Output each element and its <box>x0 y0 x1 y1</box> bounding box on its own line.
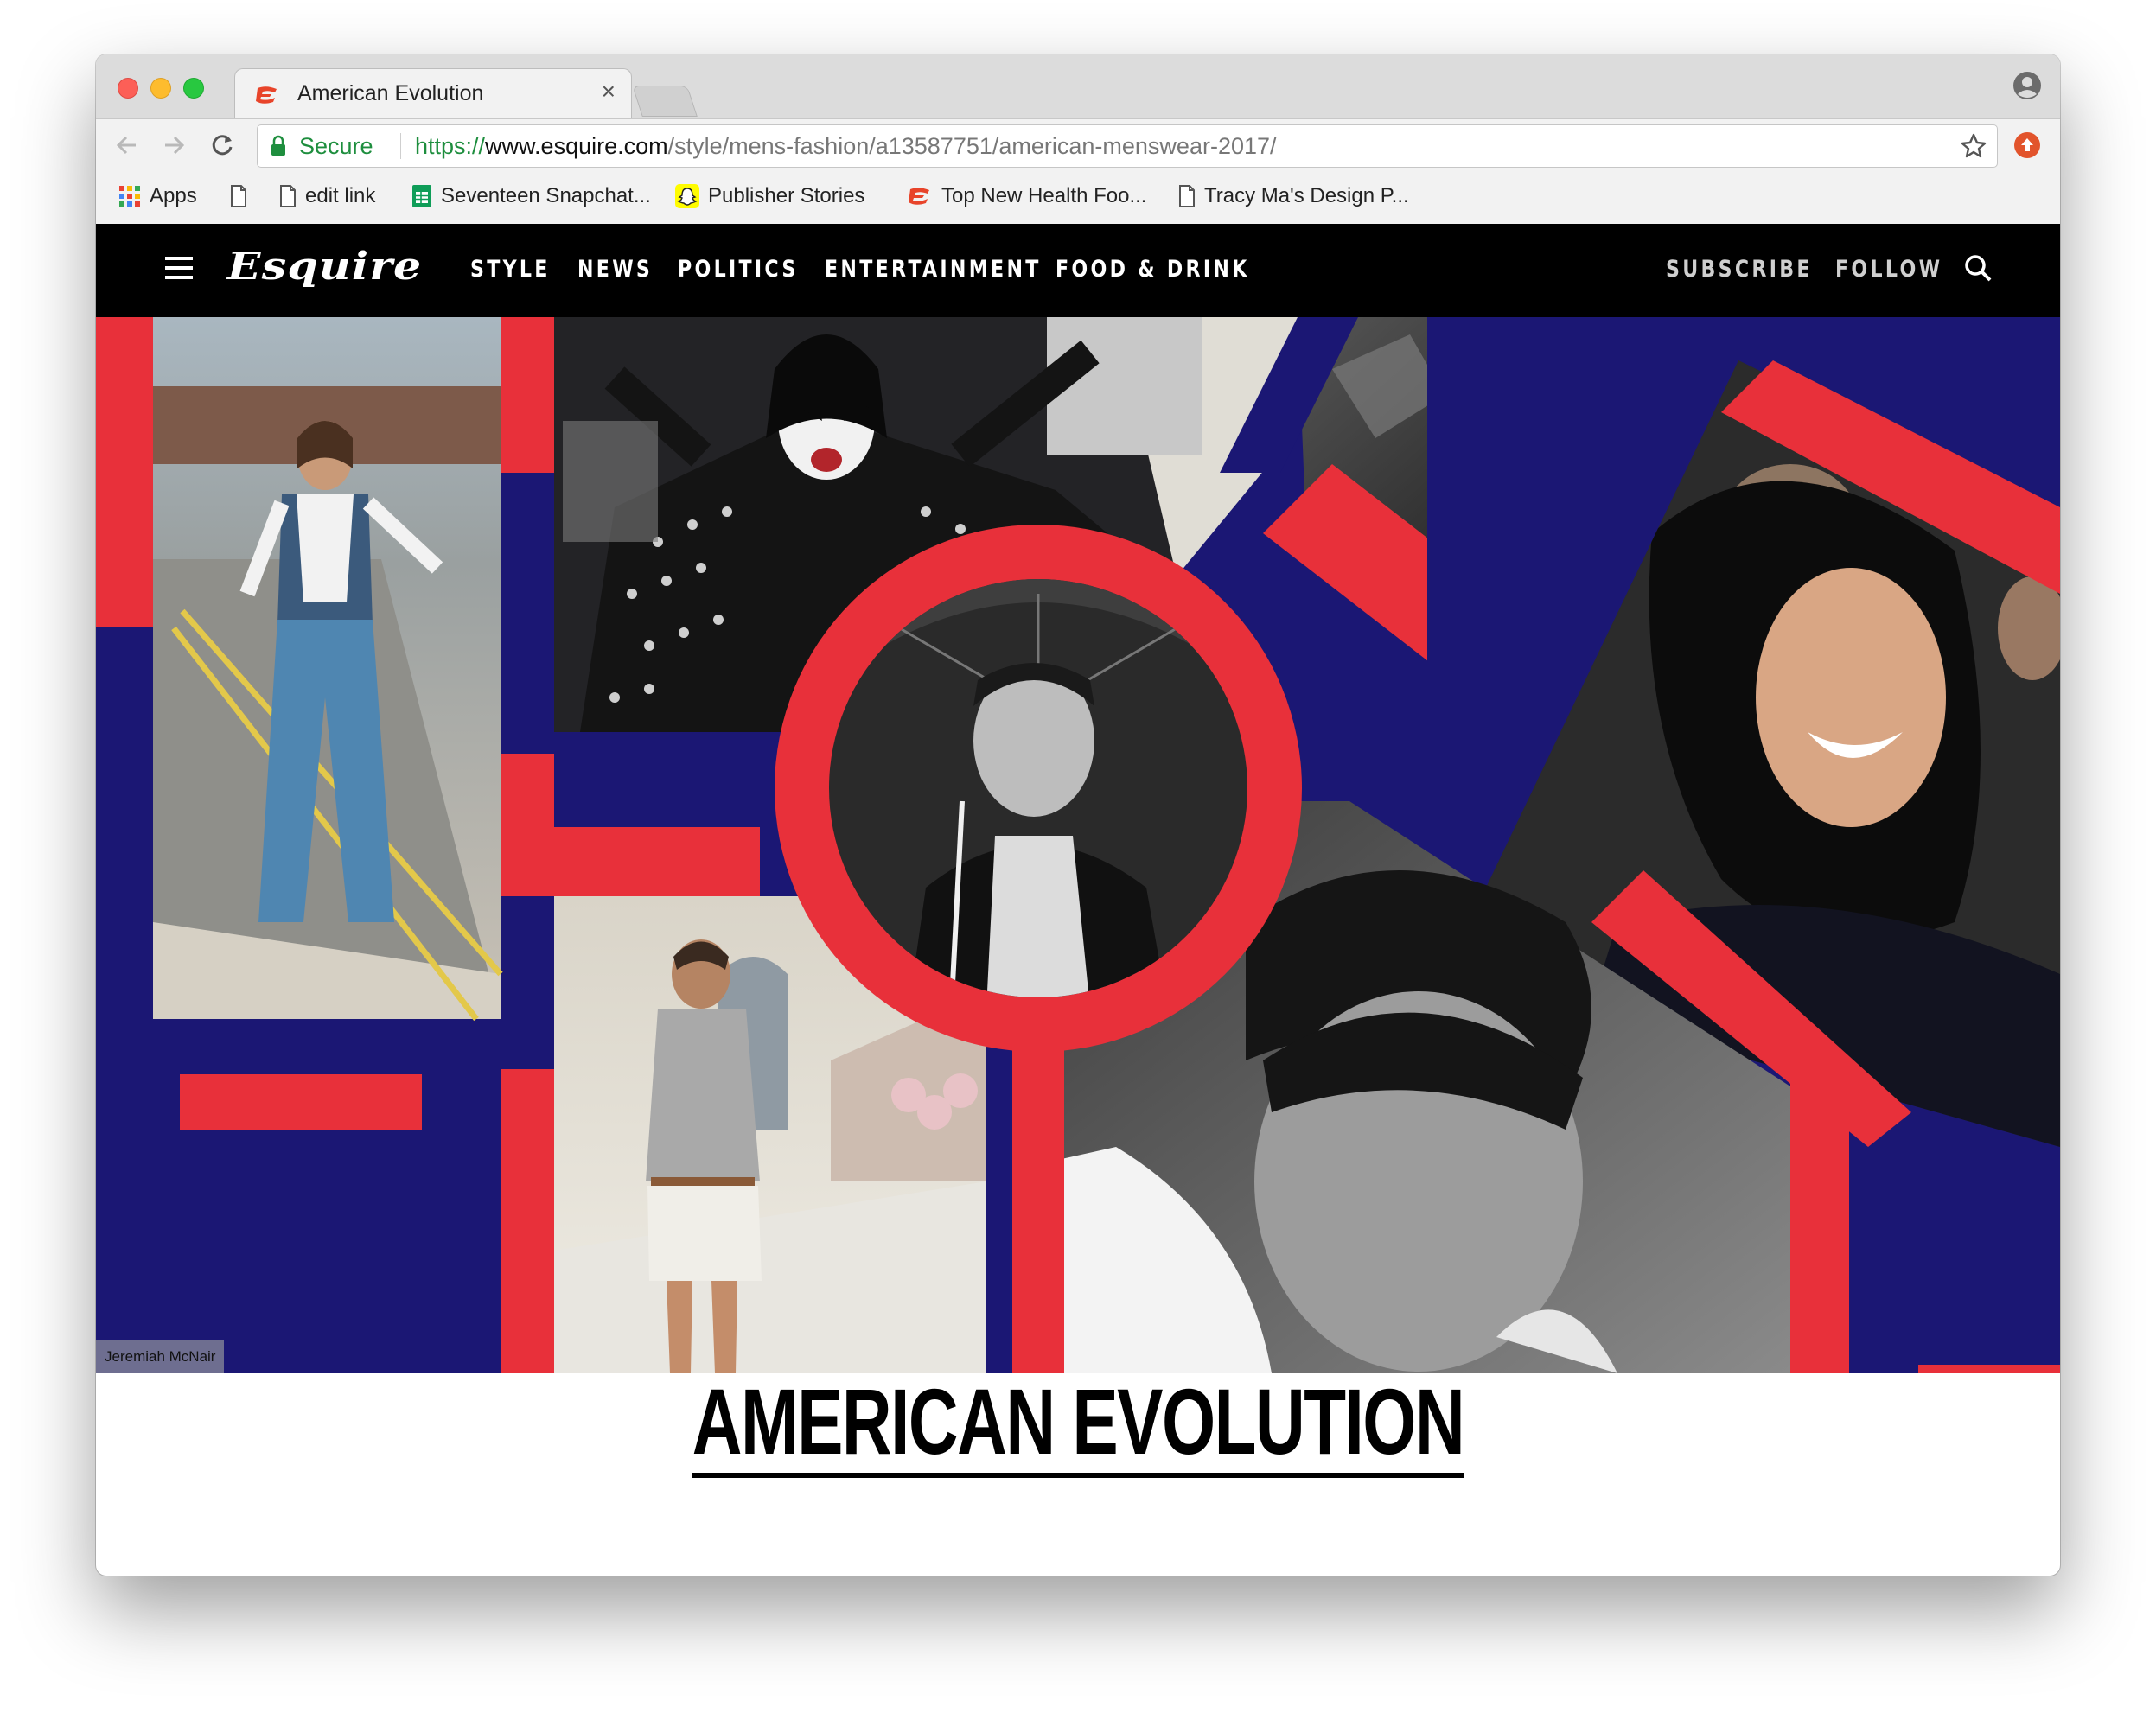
url-host: www.esquire.com <box>485 133 668 159</box>
bookmark-blank[interactable] <box>230 181 256 211</box>
esquire-logo[interactable]: Esquire <box>227 245 422 289</box>
nav-link-follow[interactable]: FOLLOW <box>1835 256 1942 283</box>
browser-toolbar: Secure https://www.esquire.com/style/men… <box>96 118 2060 171</box>
bookmark-label: Seventeen Snapchat... <box>441 184 651 207</box>
bookmark-publisher-stories[interactable]: Publisher Stories <box>675 181 864 211</box>
zoom-window-button[interactable] <box>183 78 204 99</box>
hero-collage: Jeremiah McNair <box>96 317 2060 1373</box>
bookmark-label: Publisher Stories <box>708 184 865 207</box>
bookmarks-bar: Apps edit link Seventeen Snapchat... Pub… <box>96 170 2060 225</box>
bookmark-label: Apps <box>150 184 197 207</box>
red-accent-block <box>96 317 153 627</box>
nav-link-food-drink[interactable]: FOOD & DRINK <box>1056 256 1250 283</box>
apps-grid-icon <box>119 186 140 207</box>
page-icon <box>280 185 296 207</box>
nav-link-style[interactable]: STYLE <box>470 256 551 283</box>
esquire-favicon-icon <box>909 188 929 205</box>
secure-label: Secure <box>299 133 373 159</box>
article-headline[interactable]: AMERICAN EVOLUTION <box>0 1374 2156 1478</box>
tab-title: American Evolution <box>297 81 484 105</box>
minimize-window-button[interactable] <box>150 78 171 99</box>
bookmark-label: Tracy Ma's Design P... <box>1204 184 1409 207</box>
menu-icon[interactable] <box>165 257 193 279</box>
search-icon[interactable] <box>1963 253 1993 283</box>
reload-icon[interactable] <box>207 130 238 161</box>
nav-link-entertainment[interactable]: ENTERTAINMENT <box>825 256 1042 283</box>
red-accent-block <box>501 317 554 473</box>
collage-artwork <box>96 317 2060 1373</box>
site-header: Esquire STYLE NEWS POLITICS ENTERTAINMEN… <box>96 224 2060 317</box>
nav-link-subscribe[interactable]: SUBSCRIBE <box>1666 256 1813 283</box>
photo-denim-street <box>153 317 503 1022</box>
forward-arrow-icon[interactable] <box>158 130 189 161</box>
profile-icon[interactable] <box>2012 70 2043 101</box>
photo-credit: Jeremiah McNair <box>96 1340 225 1373</box>
browser-window: American Evolution × Secure https://www.… <box>96 54 2060 1576</box>
tab-close-icon[interactable]: × <box>602 78 616 105</box>
bookmark-star-icon[interactable] <box>1959 131 1988 161</box>
url-text[interactable]: https://www.esquire.com/style/mens-fashi… <box>415 133 1277 160</box>
page-icon <box>1179 185 1195 207</box>
tab-american-evolution[interactable]: American Evolution × <box>234 68 632 121</box>
red-accent-block <box>180 1074 422 1130</box>
bookmark-edit-link[interactable]: edit link <box>279 181 375 211</box>
bookmark-seventeen-snapchat[interactable]: Seventeen Snapchat... <box>411 181 651 211</box>
nav-link-news[interactable]: NEWS <box>577 256 653 283</box>
url-scheme: https:// <box>415 133 486 159</box>
bookmark-apps[interactable]: Apps <box>118 181 197 211</box>
red-accent-block <box>1790 1078 1849 1373</box>
sheets-icon <box>412 185 431 207</box>
back-arrow-icon[interactable] <box>112 130 143 161</box>
bookmark-label: Top New Health Foo... <box>941 184 1147 207</box>
esquire-favicon-icon <box>256 86 277 104</box>
url-path: /style/mens-fashion/a13587751/american-m… <box>667 133 1277 159</box>
tab-strip: American Evolution × <box>96 54 2060 121</box>
bookmark-label: edit link <box>305 184 376 207</box>
red-accent-block <box>501 1069 554 1373</box>
new-tab-button[interactable] <box>632 86 698 117</box>
nav-link-politics[interactable]: POLITICS <box>678 256 799 283</box>
extension-upload-icon[interactable] <box>2013 131 2041 159</box>
red-accent-block <box>501 827 760 896</box>
omnibox-divider <box>400 133 401 159</box>
snapchat-icon <box>675 184 699 208</box>
page-icon <box>231 185 246 207</box>
red-accent-block <box>1918 1365 2060 1373</box>
bookmark-top-new-health[interactable]: Top New Health Foo... <box>907 181 1146 211</box>
article-headline-text: AMERICAN EVOLUTION <box>692 1374 1465 1478</box>
bookmark-tracy-ma[interactable]: Tracy Ma's Design P... <box>1178 181 1409 211</box>
address-bar[interactable]: Secure https://www.esquire.com/style/men… <box>257 124 1998 168</box>
lock-icon <box>271 135 285 156</box>
close-window-button[interactable] <box>118 78 138 99</box>
